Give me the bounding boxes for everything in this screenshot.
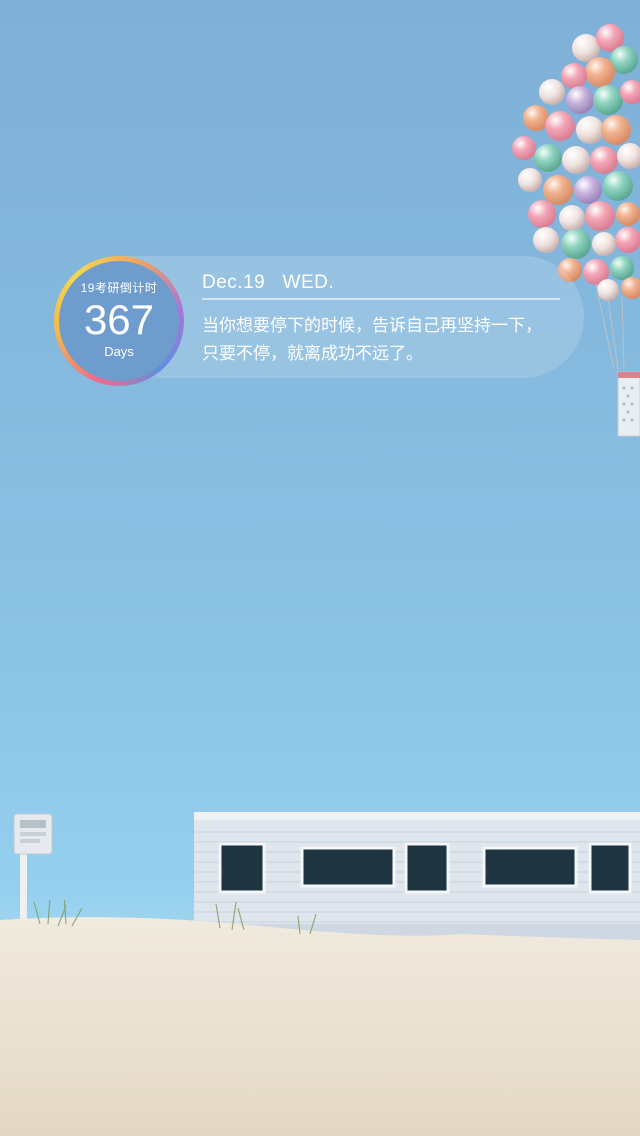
quote-line-1: 当你想要停下的时候，告诉自己再坚持一下，: [202, 316, 542, 336]
sand-dune-image: [0, 900, 640, 1136]
divider: [202, 298, 560, 300]
weekday-label: WED.: [282, 272, 335, 293]
countdown-ring[interactable]: 19考研倒计时 367 Days: [54, 256, 184, 386]
motivational-quote: 当你想要停下的时候，告诉自己再坚持一下， 只要不停，就离成功不远了。: [202, 312, 582, 368]
countdown-days-unit: Days: [104, 344, 134, 359]
date-label: Dec.19: [202, 272, 266, 293]
quote-line-2: 只要不停，就离成功不远了。: [202, 344, 423, 364]
countdown-ring-inner: 19考研倒计时 367 Days: [59, 261, 179, 381]
date-row: Dec.19 WED.: [202, 272, 334, 294]
countdown-caption: 19考研倒计时: [80, 281, 158, 295]
countdown-days-number: 367: [83, 296, 155, 343]
wallpaper: 19考研倒计时 367 Days Dec.19 WED. 当你想要停下的时候，告…: [0, 0, 640, 1136]
